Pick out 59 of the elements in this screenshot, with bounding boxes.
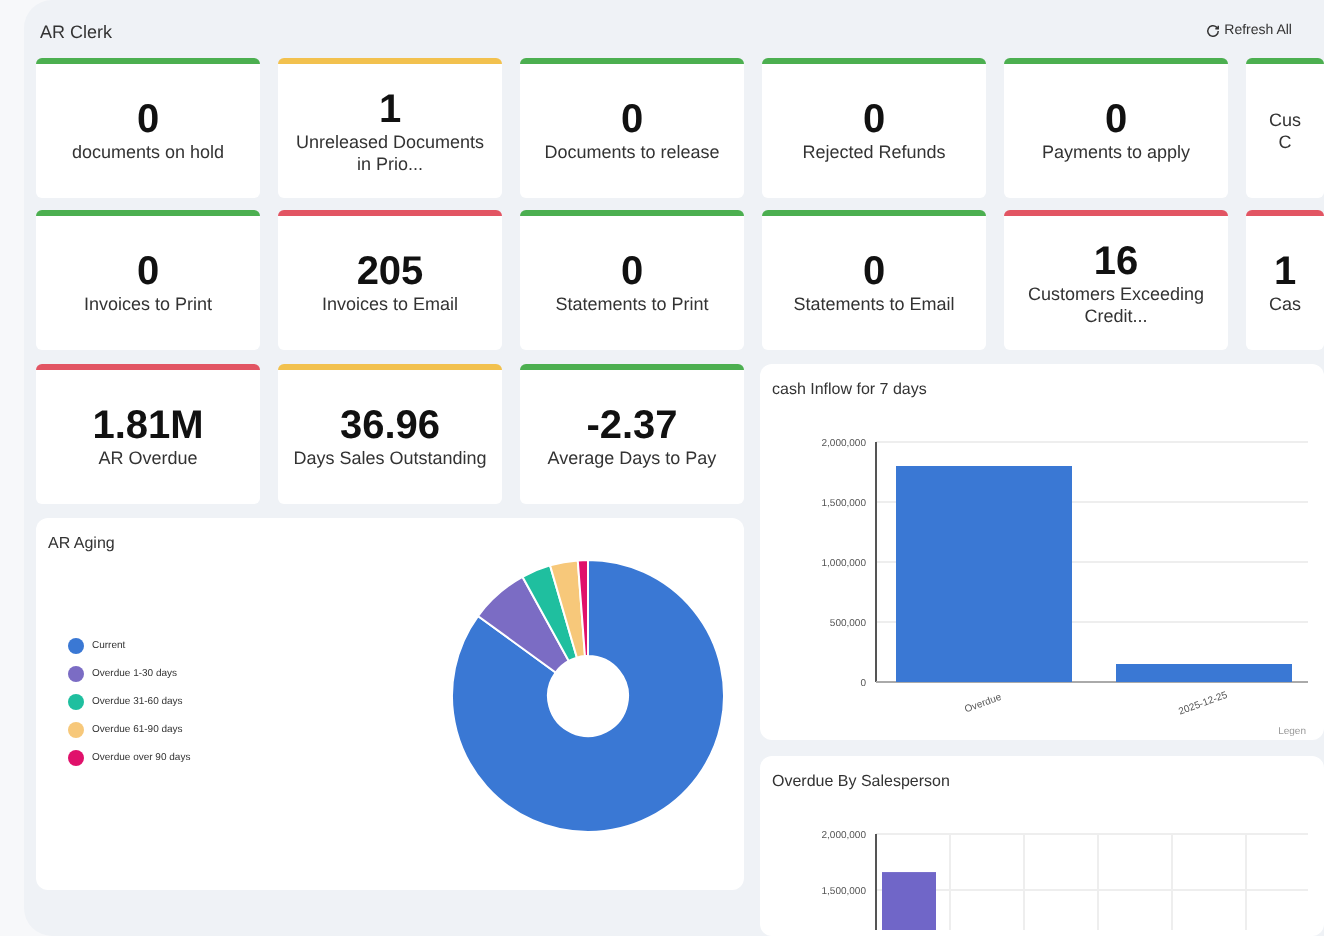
legend-dot: [68, 694, 84, 710]
kpi-label: Cas: [1268, 294, 1301, 316]
kpi-card[interactable]: 0 Invoices to Print: [36, 210, 260, 350]
kpi-card[interactable]: 1 Unreleased Documents in Prio...: [278, 58, 502, 198]
kpi-value: -2.37: [586, 404, 678, 448]
kpi-label: Statements to Print: [555, 294, 709, 316]
donut-slice[interactable]: [476, 575, 570, 674]
refresh-icon: [1206, 24, 1221, 38]
kpi-label: documents on hold: [71, 142, 225, 164]
kpi-value: 1.81M: [92, 404, 204, 448]
kpi-card[interactable]: 0 Rejected Refunds: [762, 58, 986, 198]
kpi-label: Rejected Refunds: [802, 142, 946, 164]
kpi-value: 0: [862, 98, 886, 142]
kpi-value: 205: [356, 250, 424, 294]
kpi-card[interactable]: 0 Documents to release: [520, 58, 744, 198]
kpi-value: 0: [1104, 98, 1128, 142]
kpi-value: 36.96: [339, 404, 441, 448]
legend-dot: [68, 750, 84, 766]
kpi-value: 16: [1093, 239, 1139, 283]
legend-dot: [68, 666, 84, 682]
kpi-card[interactable]: 205 Invoices to Email: [278, 210, 502, 350]
kpi-value: 1: [378, 87, 402, 131]
kpi-card[interactable]: Cus C: [1246, 58, 1324, 198]
kpi-label: Statements to Email: [793, 294, 955, 316]
kpi-label: Days Sales Outstanding: [293, 448, 487, 470]
donut-slice[interactable]: [521, 564, 578, 662]
kpi-label: Documents to release: [544, 142, 720, 164]
donut-slice[interactable]: [576, 559, 589, 658]
kpi-value: 0: [136, 98, 160, 142]
kpi-label: Cus C: [1268, 109, 1301, 153]
panel-title: Overdue By Salesperson: [772, 772, 952, 790]
kpi-card[interactable]: 16 Customers Exceeding Credit...: [1004, 210, 1228, 350]
kpi-value: 0: [620, 98, 644, 142]
donut-slice[interactable]: [451, 559, 725, 833]
kpi-card[interactable]: 0 Statements to Email: [762, 210, 986, 350]
kpi-card[interactable]: -2.37 Average Days to Pay: [520, 364, 744, 504]
kpi-label: Average Days to Pay: [547, 448, 717, 470]
kpi-value: 0: [862, 250, 886, 294]
donut-slice[interactable]: [549, 559, 586, 659]
kpi-label: Invoices to Print: [83, 294, 213, 316]
kpi-label: Payments to apply: [1041, 142, 1191, 164]
kpi-value: 1: [1273, 250, 1297, 294]
kpi-value: 0: [620, 250, 644, 294]
kpi-label: AR Overdue: [98, 448, 198, 470]
kpi-card[interactable]: 0 documents on hold: [36, 58, 260, 198]
kpi-card[interactable]: 36.96 Days Sales Outstanding: [278, 364, 502, 504]
legend-dot: [68, 722, 84, 738]
panel-title: AR Aging: [48, 534, 117, 552]
kpi-card[interactable]: 1 Cas: [1246, 210, 1324, 350]
legend-dot: [68, 638, 84, 654]
kpi-label: Invoices to Email: [321, 294, 459, 316]
kpi-card[interactable]: 0 Statements to Print: [520, 210, 744, 350]
kpi-label: Unreleased Documents in Prio...: [293, 131, 487, 175]
kpi-card[interactable]: 0 Payments to apply: [1004, 58, 1228, 198]
kpi-label: Customers Exceeding Credit...: [1025, 283, 1207, 327]
dashboard-title: AR Clerk: [38, 21, 113, 41]
panel-title: cash Inflow for 7 days: [772, 380, 929, 398]
kpi-value: 0: [136, 250, 160, 294]
kpi-card[interactable]: 1.81M AR Overdue: [36, 364, 260, 504]
